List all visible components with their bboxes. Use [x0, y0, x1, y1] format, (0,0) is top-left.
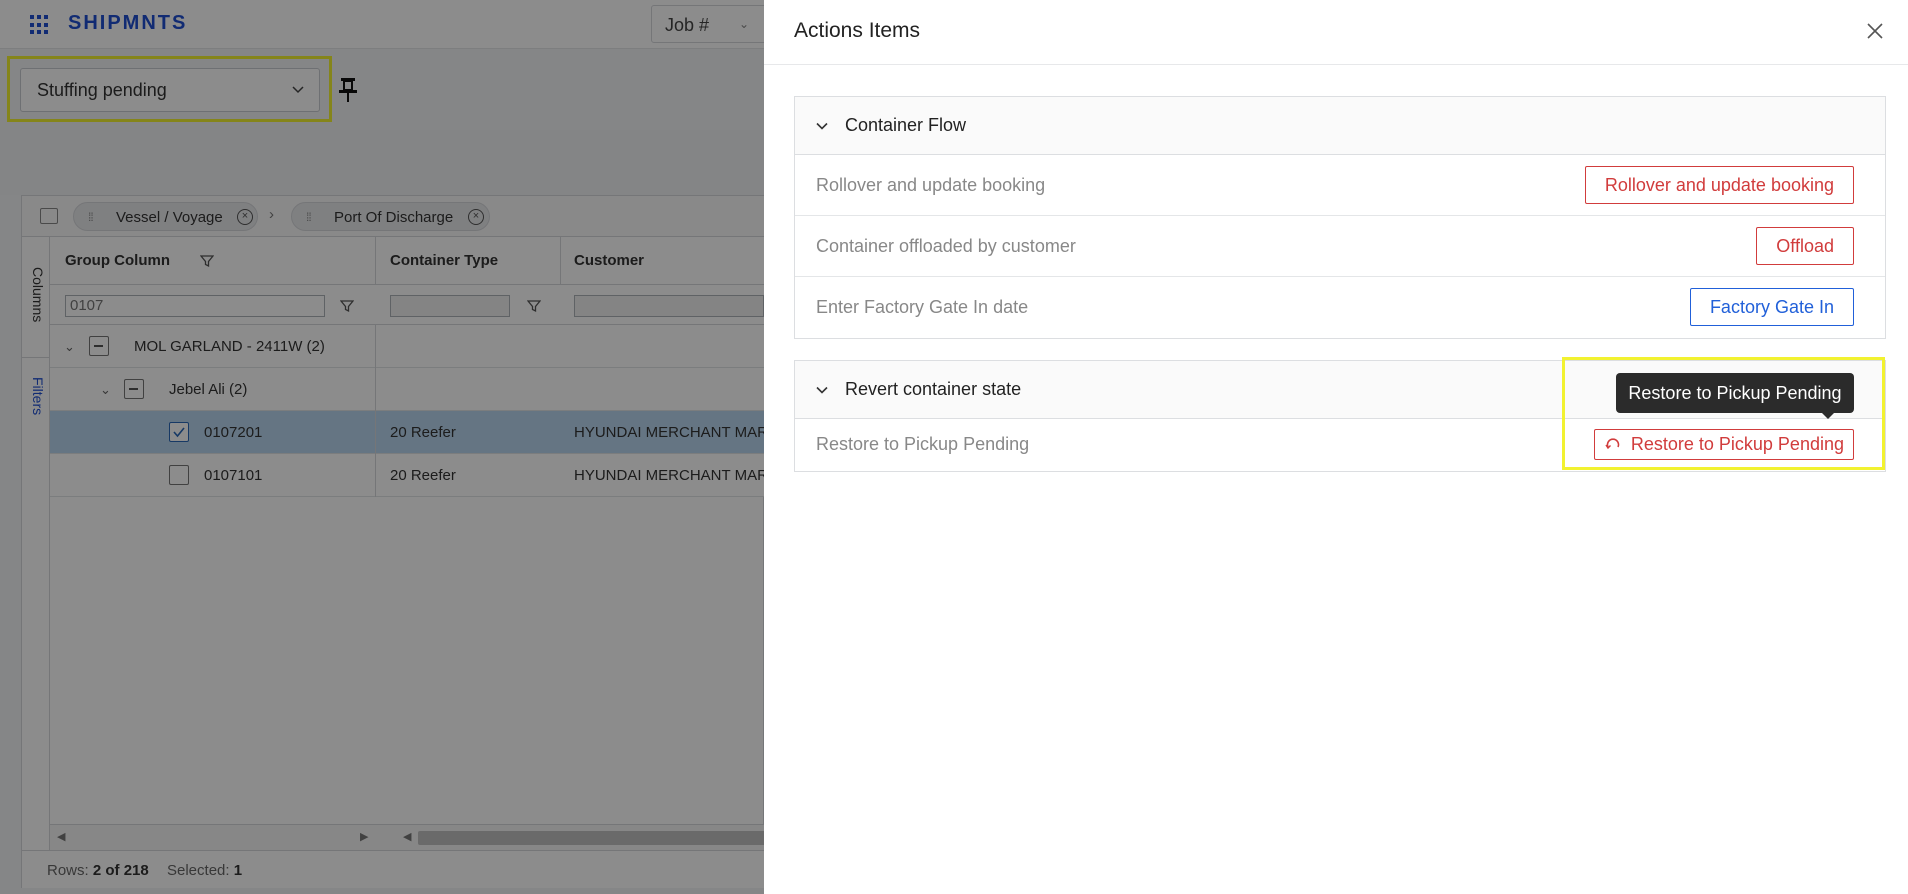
modal-overlay[interactable] [0, 0, 764, 894]
factory-gate-in-button[interactable]: Factory Gate In [1689, 288, 1854, 326]
chevron-down-icon[interactable] [815, 383, 829, 397]
tooltip-arrow [1822, 413, 1834, 419]
tooltip-text: Restore to Pickup Pending [1628, 383, 1842, 403]
section-title: Container Flow [845, 115, 967, 135]
action-row: Enter Factory Gate In date Factory Gate … [795, 277, 1885, 338]
section-title: Revert container state [845, 379, 1022, 399]
action-description: Rollover and update booking [816, 175, 1046, 195]
offload-button[interactable]: Offload [1756, 227, 1854, 265]
action-description: Restore to Pickup Pending [816, 434, 1030, 454]
divider [764, 64, 1908, 65]
section-header[interactable]: Container Flow [795, 97, 1885, 155]
close-icon[interactable] [1864, 20, 1886, 42]
rollover-button[interactable]: Rollover and update booking [1584, 166, 1854, 204]
drawer-title: Actions Items [794, 19, 921, 42]
tooltip: Restore to Pickup Pending [1616, 373, 1854, 419]
action-description: Container offloaded by customer [816, 236, 1076, 256]
action-description: Enter Factory Gate In date [816, 297, 1029, 317]
action-row: Rollover and update booking Rollover and… [795, 155, 1885, 216]
section-container-flow: Container Flow Rollover and update booki… [794, 96, 1886, 339]
action-row: Container offloaded by customer Offload [795, 216, 1885, 277]
chevron-down-icon[interactable] [815, 119, 829, 133]
